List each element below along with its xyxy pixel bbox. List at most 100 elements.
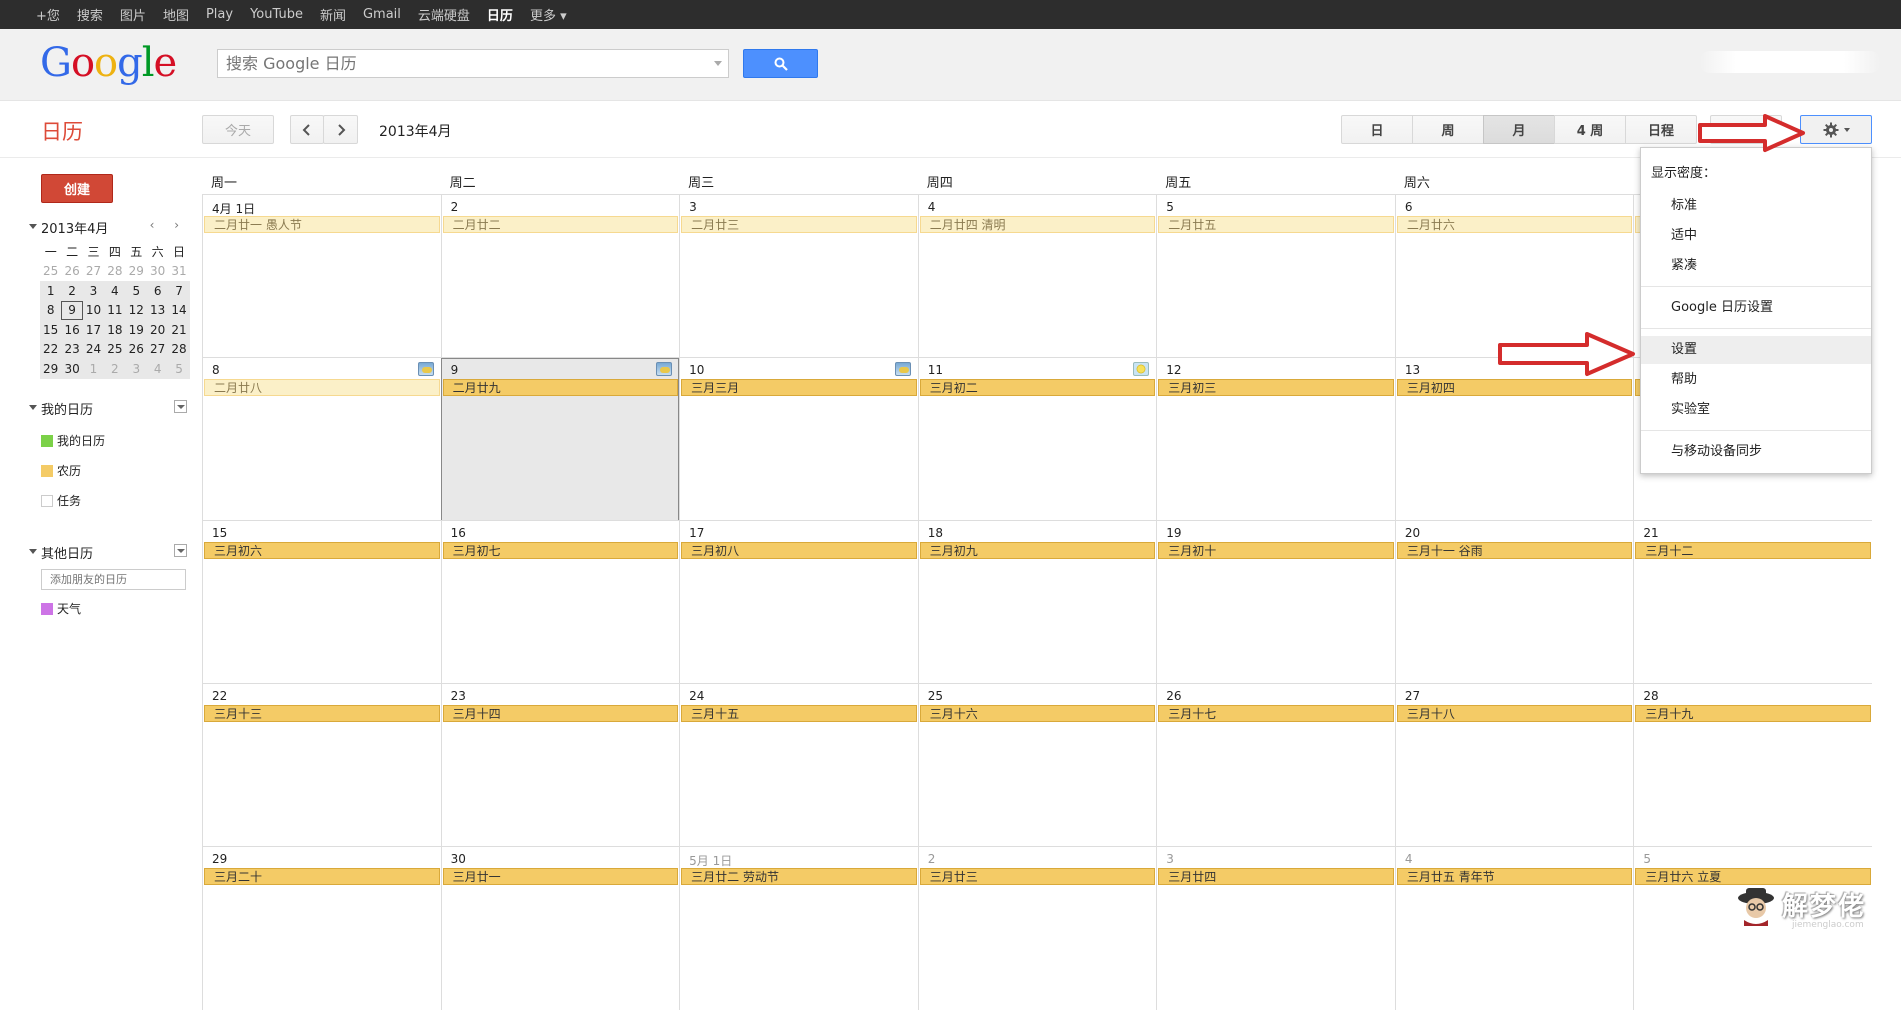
lunar-event-chip[interactable]: 三月初二 [919,379,1156,396]
day-number[interactable]: 26 [1166,689,1181,703]
mini-day[interactable]: 27 [83,262,104,282]
day-cell[interactable]: 3 三月廿四 [1156,847,1395,1010]
day-number[interactable]: 30 [451,852,466,866]
lunar-event-chip[interactable]: 三月十六 [919,705,1156,722]
today-button[interactable]: 今天 [202,115,274,144]
mini-day[interactable]: 14 [168,300,190,320]
day-number[interactable]: 2 [451,200,459,214]
calendar-list-item[interactable]: 任务 [41,492,81,509]
lunar-event-chip[interactable]: 二月廿一 愚人节 [204,216,440,233]
day-cell[interactable]: 4 二月廿四 清明 [917,195,1157,358]
lunar-event-chip[interactable]: 三月初九 [919,542,1156,559]
mini-day[interactable]: 29 [126,262,147,282]
mini-day[interactable]: 19 [125,320,147,340]
day-cell[interactable]: 13 三月初四 [1394,358,1634,521]
day-cell[interactable]: 28 三月十九 [1633,684,1872,847]
mini-day[interactable]: 13 [146,300,169,320]
mini-day[interactable]: 12 [125,300,147,320]
day-number[interactable]: 6 [1405,200,1413,214]
view-month-button[interactable]: 月 [1483,115,1555,144]
day-cell[interactable]: 24 三月十五 [679,684,918,847]
topbar-link[interactable]: 搜索 [77,5,103,24]
calendar-color-swatch[interactable] [41,464,53,477]
calendar-color-swatch[interactable] [41,434,53,447]
mobile-sync-item[interactable]: 与移动设备同步 [1641,438,1871,466]
mini-day[interactable]: 5 [168,359,190,379]
topbar-link[interactable]: 图片 [120,5,146,24]
lunar-event-chip[interactable]: 三月十四 [442,705,679,722]
mini-day[interactable]: 24 [82,339,105,359]
calendar-menu-icon[interactable] [174,400,187,413]
day-cell[interactable]: 8 二月廿八 [202,358,441,521]
topbar-link[interactable]: +您 [36,5,60,24]
lunar-event-chip[interactable]: 三月廿五 青年节 [1396,868,1633,885]
lunar-event-chip[interactable]: 三月二十 [204,868,440,885]
lunar-event-chip[interactable]: 二月廿五 [1158,216,1394,233]
lunar-event-chip[interactable]: 三月初六 [204,542,440,559]
mini-day[interactable]: 2 [104,359,126,379]
mini-day[interactable]: 8 [40,300,62,320]
mini-day[interactable]: 28 [104,262,125,282]
lunar-event-chip[interactable]: 二月廿八 [204,379,440,396]
day-cell[interactable]: 17 三月初八 [679,521,918,684]
day-number[interactable]: 4月 1日 [212,200,255,217]
mini-day[interactable]: 29 [40,359,62,379]
lunar-event-chip[interactable]: 三月初四 [1396,379,1633,396]
day-number[interactable]: 11 [928,363,943,377]
density-compact-option[interactable]: 紧凑 [1641,252,1871,280]
day-cell[interactable]: 2 二月廿二 [440,195,680,358]
calendar-color-swatch[interactable] [41,494,53,507]
day-number[interactable]: 21 [1643,526,1658,540]
view-week-button[interactable]: 周 [1412,115,1484,144]
day-cell[interactable]: 10 三月三月 [679,358,918,521]
search-button[interactable] [743,49,818,78]
day-cell[interactable]: 9 二月廿九 [440,358,680,521]
weather-icon[interactable] [1133,362,1150,376]
lunar-event-chip[interactable]: 三月初八 [681,542,917,559]
day-cell[interactable]: 11 三月初二 [917,358,1157,521]
lunar-event-chip[interactable]: 三月初七 [442,542,679,559]
mini-day[interactable]: 31 [168,262,189,282]
density-comfortable-option[interactable]: 适中 [1641,222,1871,250]
collapse-icon[interactable] [29,549,37,554]
mini-day[interactable]: 1 [82,359,105,379]
mini-day[interactable]: 9 [61,300,83,320]
day-cell[interactable]: 23 三月十四 [440,684,680,847]
mini-day[interactable]: 16 [61,320,83,340]
day-number[interactable]: 4 [1405,852,1413,866]
lunar-event-chip[interactable]: 三月十八 [1396,705,1633,722]
mini-day[interactable]: 7 [168,281,190,301]
lunar-event-chip[interactable]: 三月十二 [1635,542,1871,559]
lunar-event-chip[interactable]: 三月初三 [1158,379,1394,396]
day-number[interactable]: 19 [1166,526,1181,540]
google-logo[interactable]: Google [40,41,177,85]
google-calendar-settings-item[interactable]: Google 日历设置 [1641,294,1871,322]
other-calendars-header[interactable]: 其他日历 [27,543,187,562]
day-cell[interactable]: 4 三月廿五 青年节 [1394,847,1634,1010]
lunar-event-chip[interactable]: 三月廿二 劳动节 [681,868,917,885]
day-cell[interactable]: 27 三月十八 [1394,684,1634,847]
mini-day[interactable]: 2 [61,281,83,301]
day-number[interactable]: 27 [1405,689,1420,703]
day-cell[interactable]: 19 三月初十 [1156,521,1395,684]
lunar-event-chip[interactable]: 三月十一 谷雨 [1396,542,1633,559]
labs-item[interactable]: 实验室 [1641,396,1871,424]
mini-day[interactable]: 30 [147,262,168,282]
mini-day[interactable]: 22 [40,339,62,359]
day-number[interactable]: 29 [212,852,227,866]
day-cell[interactable]: 5月 1日 三月廿二 劳动节 [679,847,918,1010]
topbar-link[interactable]: 云端硬盘 [418,5,470,24]
day-number[interactable]: 20 [1405,526,1420,540]
day-number[interactable]: 25 [928,689,943,703]
settings-gear-button[interactable] [1800,115,1872,144]
mini-day[interactable]: 10 [82,300,105,320]
collapse-icon[interactable] [29,224,37,229]
calendar-list-item[interactable]: 我的日历 [41,432,105,449]
calendar-menu-icon[interactable] [174,544,187,557]
mini-day[interactable]: 26 [61,262,82,282]
day-number[interactable]: 18 [928,526,943,540]
day-cell[interactable]: 22 三月十三 [202,684,441,847]
mini-day[interactable]: 23 [61,339,83,359]
calendar-list-item[interactable]: 天气 [41,600,81,617]
mini-day[interactable]: 11 [104,300,126,320]
